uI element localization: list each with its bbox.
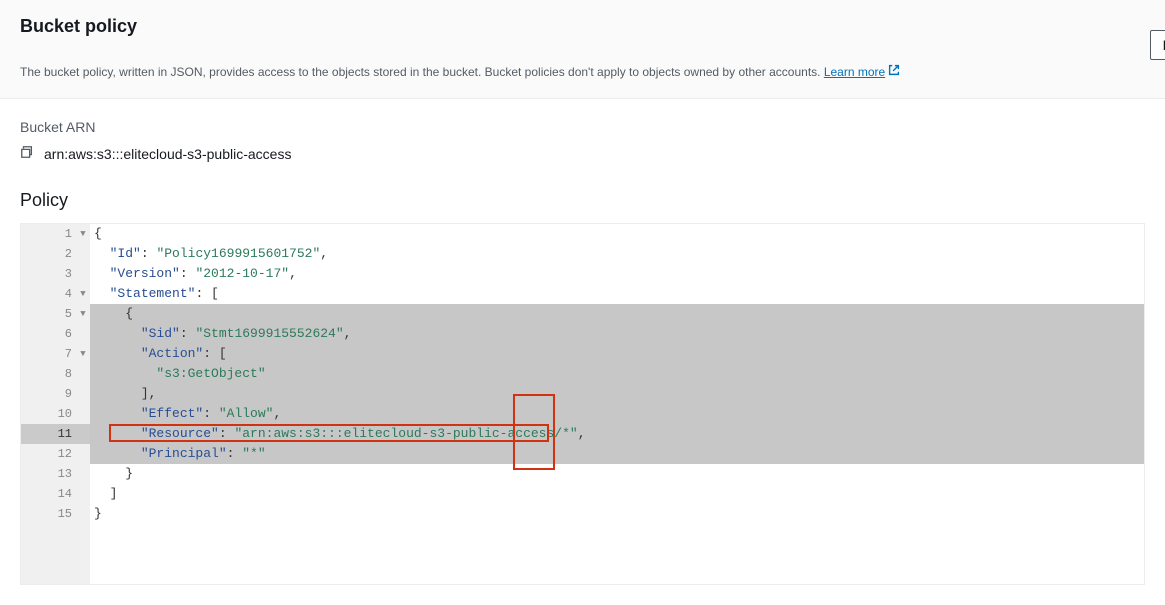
code-content[interactable]: } <box>90 464 1144 484</box>
line-number: 15 <box>21 504 76 524</box>
external-link-icon <box>887 63 901 82</box>
line-number: 8 <box>21 364 76 384</box>
code-content[interactable]: "Id": "Policy1699915601752", <box>90 244 1144 264</box>
code-line[interactable]: 1▼{ <box>21 224 1144 244</box>
line-number: 1 <box>21 224 76 244</box>
header-section: Bucket policy The bucket policy, written… <box>0 0 1165 99</box>
line-number: 5 <box>21 304 76 324</box>
fold-arrow <box>76 504 90 524</box>
fold-arrow <box>76 484 90 504</box>
code-line[interactable]: 3 "Version": "2012-10-17", <box>21 264 1144 284</box>
line-number: 9 <box>21 384 76 404</box>
fold-arrow <box>76 264 90 284</box>
fold-arrow <box>76 424 90 444</box>
code-line[interactable]: 5▼ { <box>21 304 1144 324</box>
fold-arrow <box>76 404 90 424</box>
header-action-button[interactable]: P <box>1150 30 1165 60</box>
fold-arrow <box>76 444 90 464</box>
code-line[interactable]: 15} <box>21 504 1144 524</box>
code-content[interactable]: "Principal": "*" <box>90 444 1144 464</box>
fold-arrow <box>76 324 90 344</box>
line-number: 11 <box>21 424 76 444</box>
code-line[interactable]: 12 "Principal": "*" <box>21 444 1144 464</box>
content-section: Bucket ARN arn:aws:s3:::elitecloud-s3-pu… <box>0 99 1165 605</box>
line-number: 14 <box>21 484 76 504</box>
code-content[interactable]: "s3:GetObject" <box>90 364 1144 384</box>
learn-more-link[interactable]: Learn more <box>824 65 901 79</box>
line-number: 4 <box>21 284 76 304</box>
fold-arrow[interactable]: ▼ <box>76 224 90 244</box>
code-content[interactable]: { <box>90 224 1144 244</box>
code-content[interactable]: "Version": "2012-10-17", <box>90 264 1144 284</box>
fold-arrow <box>76 364 90 384</box>
code-line[interactable]: 10 "Effect": "Allow", <box>21 404 1144 424</box>
code-line[interactable]: 7▼ "Action": [ <box>21 344 1144 364</box>
code-line[interactable]: 6 "Sid": "Stmt1699915552624", <box>21 324 1144 344</box>
policy-editor[interactable]: 1▼{2 "Id": "Policy1699915601752",3 "Vers… <box>20 223 1145 585</box>
bucket-arn-label: Bucket ARN <box>20 119 1145 135</box>
fold-arrow <box>76 244 90 264</box>
code-content[interactable]: "Resource": "arn:aws:s3:::elitecloud-s3-… <box>90 424 1144 444</box>
policy-label: Policy <box>20 190 1145 211</box>
code-line[interactable]: 11 "Resource": "arn:aws:s3:::elitecloud-… <box>21 424 1144 444</box>
code-content[interactable]: "Action": [ <box>90 344 1144 364</box>
line-number: 12 <box>21 444 76 464</box>
line-number: 2 <box>21 244 76 264</box>
fold-arrow <box>76 464 90 484</box>
page-title: Bucket policy <box>20 16 1145 37</box>
code-content[interactable]: "Sid": "Stmt1699915552624", <box>90 324 1144 344</box>
fold-arrow[interactable]: ▼ <box>76 344 90 364</box>
fold-arrow <box>76 384 90 404</box>
line-number: 10 <box>21 404 76 424</box>
arn-value: arn:aws:s3:::elitecloud-s3-public-access <box>44 146 291 162</box>
code-content[interactable]: "Effect": "Allow", <box>90 404 1144 424</box>
line-number: 13 <box>21 464 76 484</box>
code-content[interactable]: ], <box>90 384 1144 404</box>
code-line[interactable]: 2 "Id": "Policy1699915601752", <box>21 244 1144 264</box>
code-content[interactable]: { <box>90 304 1144 324</box>
line-number: 6 <box>21 324 76 344</box>
code-content[interactable]: ] <box>90 484 1144 504</box>
line-number: 7 <box>21 344 76 364</box>
fold-arrow[interactable]: ▼ <box>76 304 90 324</box>
fold-arrow[interactable]: ▼ <box>76 284 90 304</box>
code-content[interactable]: "Statement": [ <box>90 284 1144 304</box>
code-line[interactable]: 13 } <box>21 464 1144 484</box>
line-number: 3 <box>21 264 76 284</box>
code-content[interactable]: } <box>90 504 1144 524</box>
copy-icon[interactable] <box>20 145 34 162</box>
code-line[interactable]: 4▼ "Statement": [ <box>21 284 1144 304</box>
code-line[interactable]: 9 ], <box>21 384 1144 404</box>
description-text: The bucket policy, written in JSON, prov… <box>20 63 1145 82</box>
description-content: The bucket policy, written in JSON, prov… <box>20 65 824 79</box>
code-line[interactable]: 8 "s3:GetObject" <box>21 364 1144 384</box>
code-line[interactable]: 14 ] <box>21 484 1144 504</box>
arn-row: arn:aws:s3:::elitecloud-s3-public-access <box>20 145 1145 162</box>
